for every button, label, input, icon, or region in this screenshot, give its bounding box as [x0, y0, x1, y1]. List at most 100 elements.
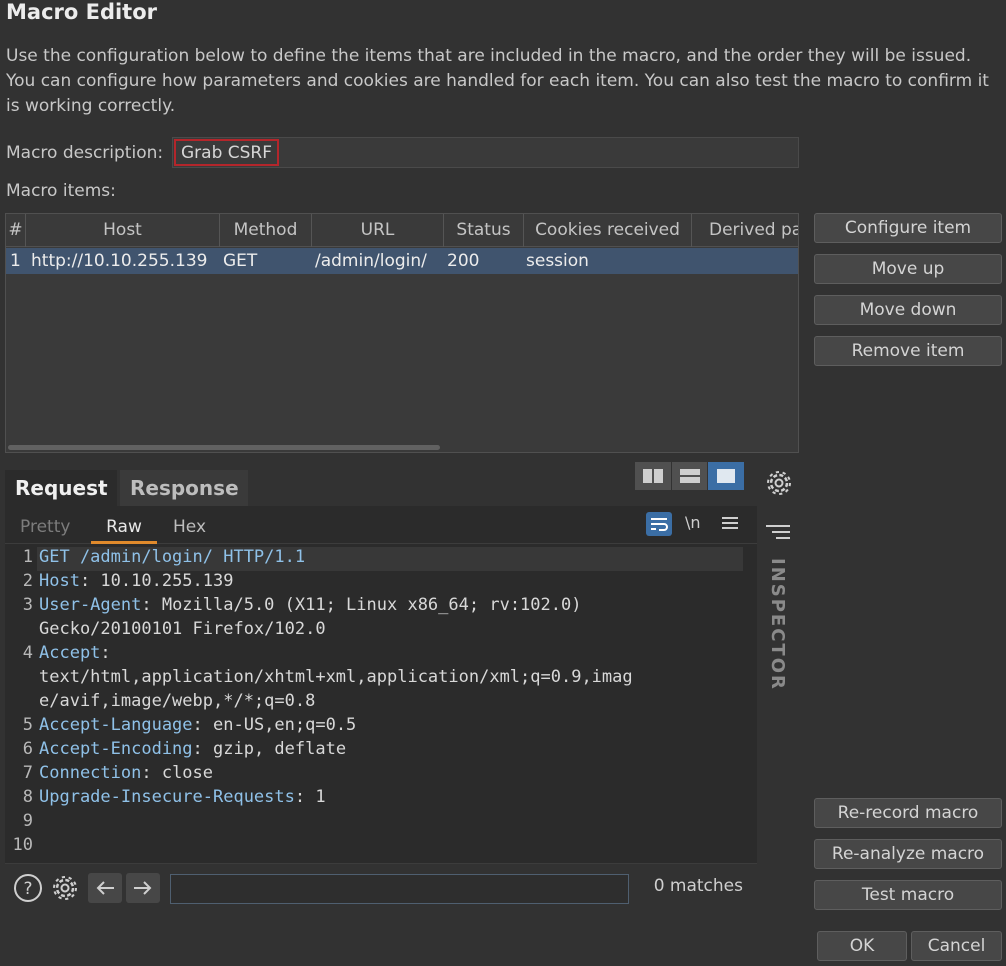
cell-status: 200	[447, 251, 480, 271]
request-editor: Request Response Pretty Raw Hex \n 1 GET …	[5, 458, 757, 910]
line-number: 10	[12, 835, 33, 855]
header-name: Connection	[39, 763, 142, 783]
rerecord-macro-button[interactable]: Re-record macro	[814, 798, 1002, 828]
tab-response[interactable]: Response	[120, 470, 248, 506]
hamburger-menu-icon	[722, 517, 738, 529]
search-input[interactable]	[170, 874, 629, 904]
code-line: Accept-Language: en-US,en;q=0.5	[39, 715, 356, 735]
line-number: 6	[22, 739, 33, 759]
configure-item-button[interactable]: Configure item	[814, 213, 1002, 243]
header-value: : gzip, deflate	[192, 739, 347, 759]
macro-items-table[interactable]: # Host Method URL Status Cookies receive…	[5, 213, 799, 453]
header-name: GET /admin/login/ HTTP/1.1	[39, 547, 306, 567]
table-horizontal-scrollbar[interactable]	[8, 445, 440, 450]
search-settings-button[interactable]	[49, 873, 81, 908]
word-wrap-icon	[651, 518, 668, 531]
macro-items-label: Macro items:	[6, 181, 116, 201]
line-number: 7	[22, 763, 33, 783]
column-header-cookies[interactable]: Cookies received	[524, 214, 692, 247]
subtab-hex[interactable]: Hex	[173, 514, 206, 544]
code-line: text/html,application/xhtml+xml,applicat…	[39, 667, 633, 687]
columns-layout-icon	[642, 469, 663, 483]
cell-host: http://10.10.255.139	[31, 251, 208, 271]
help-button[interactable]: ?	[13, 873, 43, 908]
move-down-button[interactable]: Move down	[814, 295, 1002, 325]
code-line: e/avif,image/webp,*/*;q=0.8	[39, 691, 315, 711]
inspector-sidebar: INSPECTOR	[760, 458, 798, 910]
line-number: 8	[22, 787, 33, 807]
reanalyze-macro-button[interactable]: Re-analyze macro	[814, 839, 1002, 869]
header-value: e/avif,image/webp,*/*;q=0.8	[39, 691, 316, 711]
line-number: 4	[22, 643, 33, 663]
line-number: 2	[22, 571, 33, 591]
header-value: Gecko/20100101 Firefox/102.0	[39, 619, 326, 639]
code-line: Host: 10.10.255.139	[39, 571, 233, 591]
header-name: Accept	[39, 643, 101, 663]
ok-button[interactable]: OK	[817, 931, 907, 961]
svg-text:?: ?	[23, 879, 32, 899]
single-pane-layout-icon	[717, 469, 736, 483]
subtab-raw[interactable]: Raw	[91, 514, 157, 544]
word-wrap-toggle-button[interactable]	[646, 512, 672, 536]
inspector-label[interactable]: INSPECTOR	[767, 558, 788, 691]
search-bar: ? 0 matches	[5, 863, 757, 910]
line-number: 9	[22, 811, 33, 831]
single-view-button[interactable]	[708, 462, 745, 490]
code-line: Gecko/20100101 Firefox/102.0	[39, 619, 326, 639]
header-value: text/html,application/xhtml+xml,applicat…	[39, 667, 633, 687]
window-title: Macro Editor	[6, 0, 158, 24]
search-match-count: 0 matches	[653, 876, 743, 896]
inspector-lines-icon	[766, 525, 790, 539]
gear-icon	[767, 471, 791, 495]
cell-url: /admin/login/	[315, 251, 427, 271]
request-raw-text[interactable]: 1 GET /admin/login/ HTTP/1.1 2 Host: 10.10.…	[5, 545, 757, 863]
column-header-number[interactable]: #	[6, 214, 26, 247]
table-row[interactable]: 1 http://10.10.255.139 GET /admin/login/…	[6, 248, 798, 274]
header-value: :	[100, 643, 111, 663]
test-macro-button[interactable]: Test macro	[814, 880, 1002, 910]
header-name: Upgrade-Insecure-Requests	[39, 787, 295, 807]
header-value: : 1	[294, 787, 326, 807]
tab-request[interactable]: Request	[5, 470, 117, 506]
split-vertical-view-button[interactable]	[671, 462, 708, 490]
macro-description-value: Grab CSRF	[174, 139, 280, 166]
move-up-button[interactable]: Move up	[814, 254, 1002, 284]
cancel-button[interactable]: Cancel	[911, 931, 1002, 961]
inspector-settings-button[interactable]	[764, 468, 794, 503]
next-match-button[interactable]	[126, 873, 160, 903]
arrow-left-icon	[96, 881, 114, 895]
table-header: # Host Method URL Status Cookies receive…	[6, 214, 798, 247]
code-line: Accept:	[39, 643, 111, 663]
column-header-url[interactable]: URL	[312, 214, 444, 247]
column-header-derived[interactable]: Derived pa	[692, 214, 798, 247]
gear-icon	[53, 876, 77, 900]
editor-subtab-bar: Pretty Raw Hex \n	[5, 506, 757, 544]
header-name: Accept-Encoding	[39, 739, 193, 759]
rows-layout-icon	[679, 469, 700, 483]
remove-item-button[interactable]: Remove item	[814, 336, 1002, 366]
macro-description-input[interactable]: Grab CSRF	[172, 137, 799, 168]
arrow-right-icon	[134, 881, 152, 895]
header-name: Accept-Language	[39, 715, 193, 735]
header-value: : Mozilla/5.0 (X11; Linux x86_64; rv:102…	[141, 595, 582, 615]
inspector-toggle-button[interactable]	[766, 524, 790, 545]
split-horizontal-view-button[interactable]	[635, 462, 671, 490]
header-value: : 10.10.255.139	[79, 571, 234, 591]
editor-menu-button[interactable]	[722, 515, 738, 535]
column-header-method[interactable]: Method	[220, 214, 312, 247]
subtab-pretty[interactable]: Pretty	[20, 514, 70, 544]
line-number: 3	[22, 595, 33, 615]
header-value: : close	[141, 763, 214, 783]
column-header-host[interactable]: Host	[26, 214, 220, 247]
code-line: Accept-Encoding: gzip, deflate	[39, 739, 346, 759]
code-line: Connection: close	[39, 763, 213, 783]
intro-text: Use the configuration below to define th…	[6, 46, 989, 116]
cell-method: GET	[223, 251, 258, 271]
previous-match-button[interactable]	[88, 873, 122, 903]
code-line: GET /admin/login/ HTTP/1.1	[39, 547, 305, 567]
header-name: User-Agent	[39, 595, 142, 615]
show-newlines-toggle[interactable]: \n	[685, 513, 701, 532]
layout-toggle-group	[635, 462, 745, 490]
column-header-status[interactable]: Status	[444, 214, 524, 247]
code-line: User-Agent: Mozilla/5.0 (X11; Linux x86_…	[39, 595, 581, 615]
